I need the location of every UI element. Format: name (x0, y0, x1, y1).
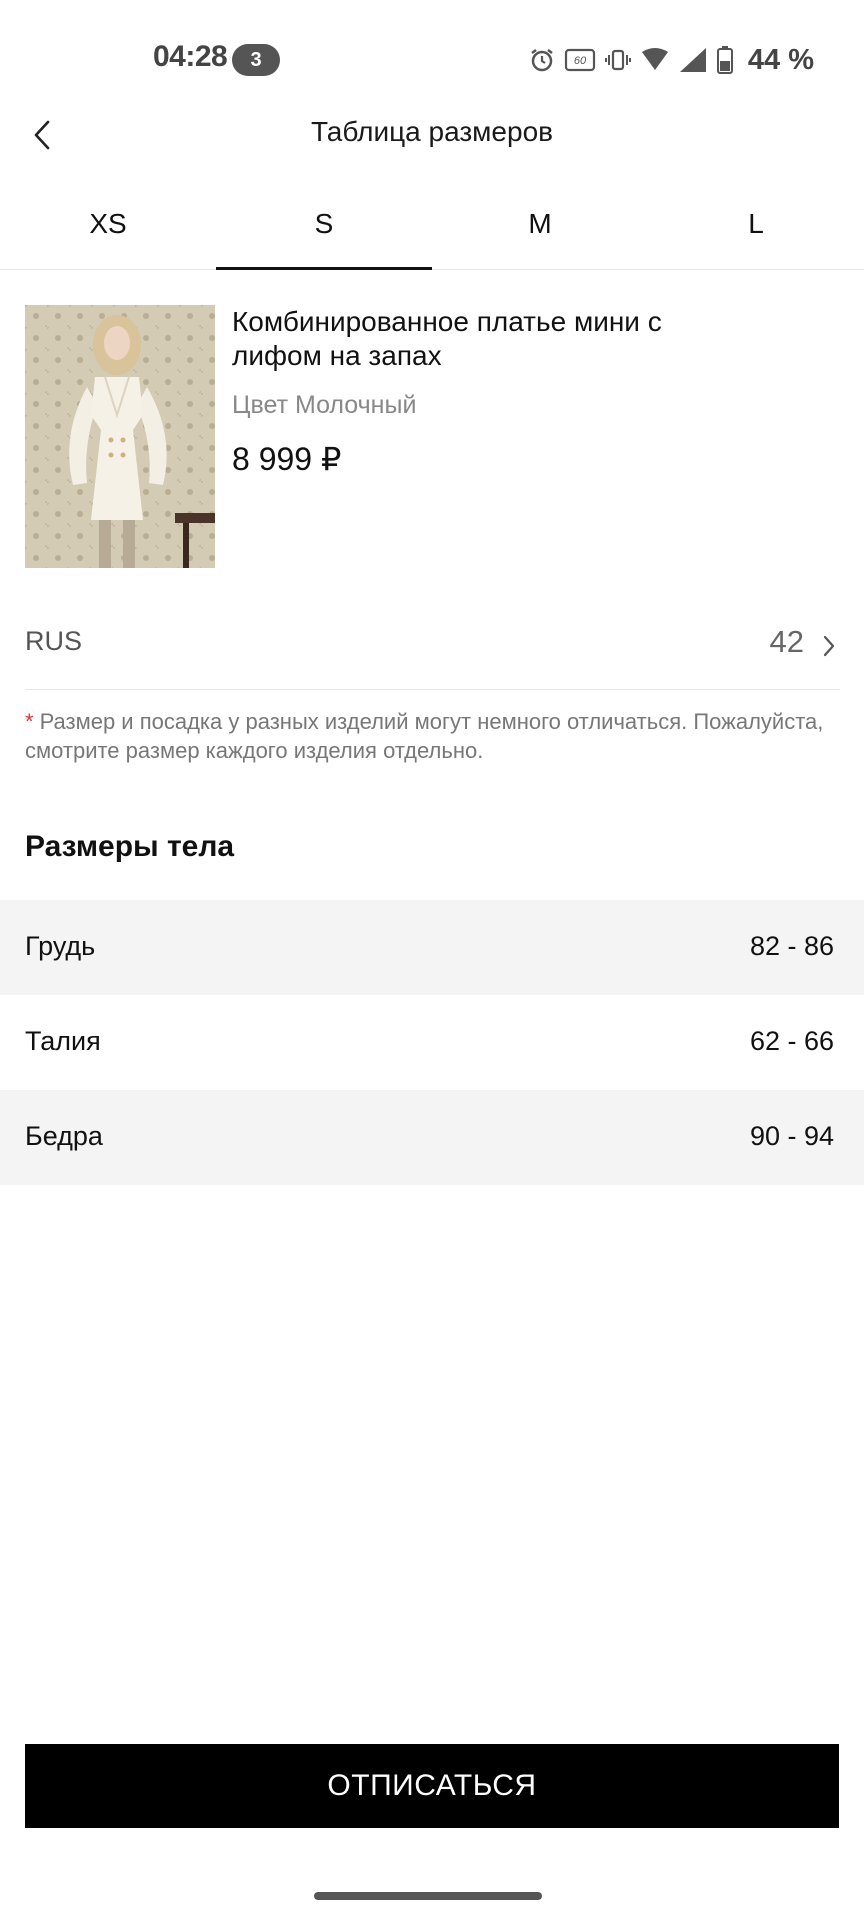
product-name: Комбинированное платье мини с лифом на з… (232, 306, 662, 371)
note-asterisk: * (25, 709, 34, 734)
signal-icon (678, 46, 708, 74)
refresh-rate-icon: 60 (564, 46, 596, 74)
body-measurements-title: Размеры тела (25, 830, 235, 863)
product-card: Комбинированное платье мини с лифом на з… (25, 305, 840, 570)
battery-icon (716, 45, 734, 75)
unsubscribe-button[interactable]: ОТПИСАТЬСЯ (25, 1744, 839, 1828)
measurement-label: Бедра (25, 1121, 103, 1151)
body-measurements-table: Грудь 82 - 86 Талия 62 - 66 Бедра 90 - 9… (0, 900, 864, 1185)
page-title: Таблица размеров (310, 116, 554, 147)
measurement-value: 82 - 86 (749, 931, 834, 961)
measurement-value: 62 - 66 (749, 1026, 834, 1056)
tab-m[interactable]: M (432, 190, 648, 269)
tab-s[interactable]: S (216, 190, 432, 270)
wifi-icon (640, 46, 670, 74)
tab-xs[interactable]: XS (0, 190, 216, 269)
header: Таблица размеров (0, 100, 864, 170)
measurement-value: 90 - 94 (749, 1121, 834, 1151)
alarm-icon (528, 46, 556, 74)
home-indicator[interactable] (314, 1892, 542, 1900)
chevron-right-icon (822, 634, 836, 663)
svg-text:60: 60 (574, 55, 587, 67)
size-tabs: XS S M L (0, 190, 864, 270)
measurement-row-chest: Грудь 82 - 86 (0, 900, 864, 995)
product-image (25, 305, 215, 568)
measurement-row-waist: Талия 62 - 66 (0, 995, 864, 1090)
battery-percentage: 44 % (747, 43, 814, 76)
status-icons: 60 44 % (528, 40, 814, 80)
product-info: Комбинированное платье мини с лифом на з… (232, 305, 702, 478)
size-disclaimer: * Размер и посадка у разных изделий могут… (25, 707, 845, 765)
measurement-label: Талия (25, 1026, 101, 1056)
size-system-selector[interactable]: RUS 42 (25, 608, 840, 690)
notification-count-badge: 3 (232, 44, 280, 76)
measurement-label: Грудь (25, 931, 96, 961)
note-text: Размер и посадка у разных изделий могут … (25, 709, 824, 763)
measurement-row-hips: Бедра 90 - 94 (0, 1090, 864, 1185)
product-price: 8 999 ₽ (232, 441, 342, 477)
size-system-label: RUS (25, 626, 83, 656)
size-system-value: 42 (769, 624, 804, 659)
status-time: 04:28 (153, 40, 228, 73)
vibrate-icon (604, 46, 632, 74)
tab-l[interactable]: L (648, 190, 864, 269)
product-color: Цвет Молочный (232, 391, 417, 419)
